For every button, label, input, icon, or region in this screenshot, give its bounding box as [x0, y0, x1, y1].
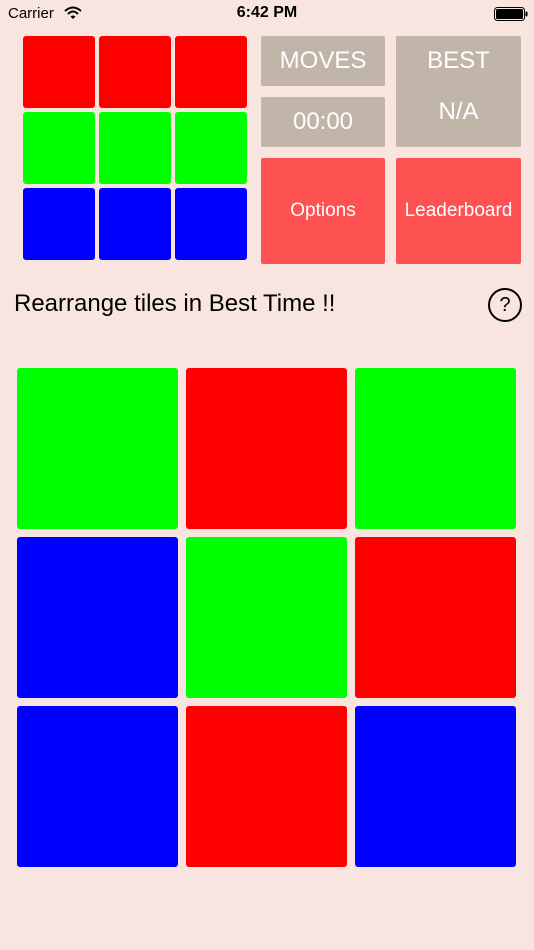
board-tile-green[interactable] — [355, 368, 516, 529]
best-score-box: BEST N/A — [396, 36, 521, 147]
board-tile-red[interactable] — [186, 368, 347, 529]
target-tile-green — [23, 112, 95, 184]
target-tile-green — [99, 112, 171, 184]
battery-icon — [494, 7, 528, 21]
best-label: BEST — [427, 47, 490, 74]
target-tile-blue — [99, 188, 171, 260]
board-tile-red[interactable] — [186, 706, 347, 867]
target-tile-red — [175, 36, 247, 108]
game-board — [17, 368, 517, 868]
options-button[interactable]: Options — [261, 158, 385, 264]
status-time: 6:42 PM — [236, 4, 298, 21]
board-tile-green[interactable] — [17, 368, 178, 529]
target-tile-blue — [23, 188, 95, 260]
help-button[interactable]: ? — [488, 288, 522, 322]
target-tile-red — [23, 36, 95, 108]
status-bar: Carrier 6:42 PM — [0, 0, 534, 28]
target-pattern-grid — [23, 36, 247, 260]
board-tile-blue[interactable] — [355, 706, 516, 867]
board-tile-blue[interactable] — [17, 706, 178, 867]
board-tile-red[interactable] — [355, 537, 516, 698]
board-tile-blue[interactable] — [17, 537, 178, 698]
moves-label: MOVES — [261, 36, 385, 86]
best-value: N/A — [438, 98, 479, 125]
target-tile-blue — [175, 188, 247, 260]
target-tile-red — [99, 36, 171, 108]
target-tile-green — [175, 112, 247, 184]
board-tile-green[interactable] — [186, 537, 347, 698]
timer-display: 00:00 — [261, 97, 385, 147]
instruction-text: Rearrange tiles in Best Time !! — [14, 290, 336, 317]
leaderboard-button[interactable]: Leaderboard — [396, 158, 521, 264]
